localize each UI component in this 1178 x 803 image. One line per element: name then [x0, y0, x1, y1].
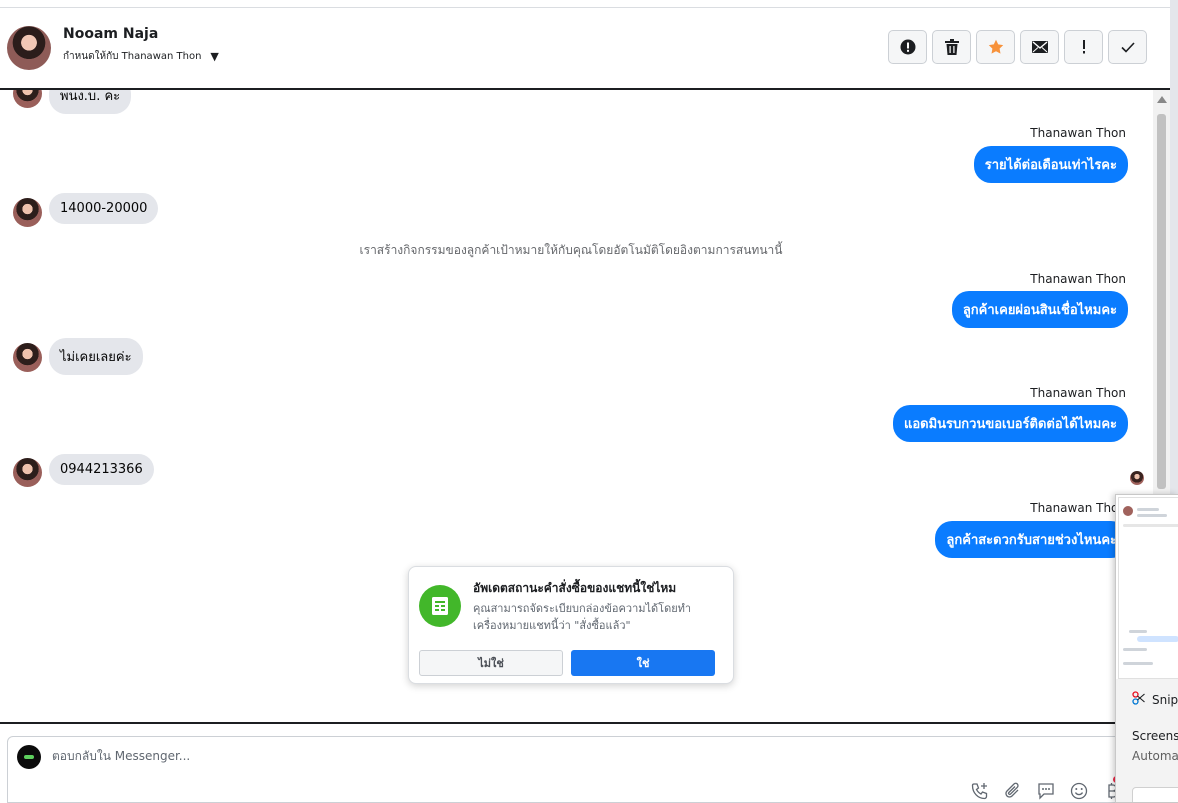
seen-receipt-avatar: [1130, 471, 1144, 485]
snip-action-button[interactable]: [1132, 787, 1178, 802]
snip-title: Screens: [1132, 729, 1178, 743]
contact-message-avatar: [13, 198, 42, 227]
page-avatar: [17, 745, 41, 769]
assignee-dropdown[interactable]: กำหนดให้กับ Thanawan Thon ▼: [63, 49, 219, 64]
sender-name: Thanawan Thon: [1030, 386, 1126, 400]
incoming-message: 0944213366: [49, 454, 154, 485]
contact-message-avatar: [13, 90, 42, 108]
trash-icon: [944, 39, 959, 55]
mail-icon: [1031, 41, 1048, 53]
contact-avatar[interactable]: [7, 26, 51, 70]
thumbnail-line: [1123, 648, 1147, 651]
thumbnail-line: [1137, 514, 1167, 517]
exclamation-icon: [1082, 40, 1086, 54]
thumbnail-bubble: [1137, 636, 1178, 642]
outgoing-message: แอดมินรบกวนขอเบอร์ติดต่อได้ไหมคะ: [892, 405, 1128, 442]
prompt-description: คุณสามารถจัดระเบียบกล่องข้อความได้โดยทำเ…: [473, 602, 692, 632]
prompt-title: อัพเดตสถานะคำสั่งซื้อของแชทนี้ใช่ไหม: [473, 581, 677, 595]
mark-unread-button[interactable]: [1020, 30, 1059, 64]
sender-name: Thanawan Thon: [1030, 126, 1126, 140]
outgoing-message: รายได้ต่อเดือนเท่าไรคะ: [973, 146, 1128, 183]
incoming-message: 14000-20000: [49, 193, 159, 224]
right-edge-strip: [1170, 0, 1178, 500]
outgoing-message: ลูกค้าสะดวกรับสายช่วงไหนคะ: [935, 521, 1128, 558]
messenger-inbox-page: Nooam Naja กำหนดให้กับ Thanawan Thon ▼ พ…: [0, 0, 1178, 803]
snip-app-row: Snip: [1132, 691, 1178, 708]
incoming-message: ไม่เคยเลยค่ะ: [49, 338, 143, 375]
sender-name: Thanawan Thon: [1030, 272, 1126, 286]
spam-button[interactable]: [888, 30, 927, 64]
thumbnail-avatar: [1123, 506, 1133, 516]
thumbnail-line: [1123, 662, 1153, 665]
mark-done-button[interactable]: [1108, 30, 1147, 64]
scroll-up-arrow-icon[interactable]: [1157, 96, 1167, 103]
star-icon: [988, 39, 1004, 55]
order-status-prompt: อัพเดตสถานะคำสั่งซื้อของแชทนี้ใช่ไหม คุณ…: [408, 566, 734, 684]
emoji-icon[interactable]: [1069, 781, 1089, 801]
snip-notification[interactable]: Snip Screens Automa: [1115, 494, 1178, 803]
contact-message-avatar: [13, 343, 42, 372]
yes-button[interactable]: ใช่: [571, 650, 715, 676]
attachment-icon[interactable]: [1003, 781, 1023, 801]
receipt-icon: [419, 585, 461, 627]
scissors-icon: [1132, 691, 1146, 708]
top-divider: [0, 0, 1170, 8]
screenshot-thumbnail[interactable]: [1118, 497, 1178, 679]
thumbnail-line: [1123, 524, 1178, 527]
snip-app-name: Snip: [1152, 692, 1178, 707]
scrollbar-thumb[interactable]: [1157, 114, 1166, 489]
contact-name[interactable]: Nooam Naja: [63, 26, 158, 42]
incoming-message: พนง.บ. คะ: [49, 90, 132, 114]
alert-circle-icon: [900, 39, 916, 55]
snip-subtitle: Automa: [1132, 749, 1178, 763]
caret-down-icon: ▼: [210, 50, 219, 63]
no-button[interactable]: ไม่ใช่: [419, 650, 563, 676]
conversation-header: Nooam Naja กำหนดให้กับ Thanawan Thon ▼: [0, 8, 1170, 88]
sender-name: Thanawan Thon: [1030, 501, 1126, 515]
system-note: เราสร้างกิจกรรมของลูกค้าเป้าหมายให้กับคุ…: [359, 243, 783, 257]
conversation-actions: [888, 30, 1147, 64]
saved-replies-icon[interactable]: [1036, 781, 1056, 801]
snip-notification-body: Snip Screens Automa: [1116, 679, 1178, 802]
follow-up-button[interactable]: [1064, 30, 1103, 64]
check-icon: [1120, 41, 1135, 53]
outgoing-message: ลูกค้าเคยผ่อนสินเชื่อไหมคะ: [951, 291, 1128, 328]
composer-tools: [970, 781, 1122, 801]
thumbnail-line: [1129, 630, 1147, 633]
reply-input[interactable]: [52, 749, 752, 763]
call-add-icon[interactable]: [970, 781, 990, 801]
thumbnail-line: [1137, 508, 1159, 511]
contact-message-avatar: [13, 458, 42, 487]
reply-composer: [7, 736, 1170, 803]
delete-button[interactable]: [932, 30, 971, 64]
assignee-label: กำหนดให้กับ Thanawan Thon: [63, 51, 202, 62]
star-button[interactable]: [976, 30, 1015, 64]
